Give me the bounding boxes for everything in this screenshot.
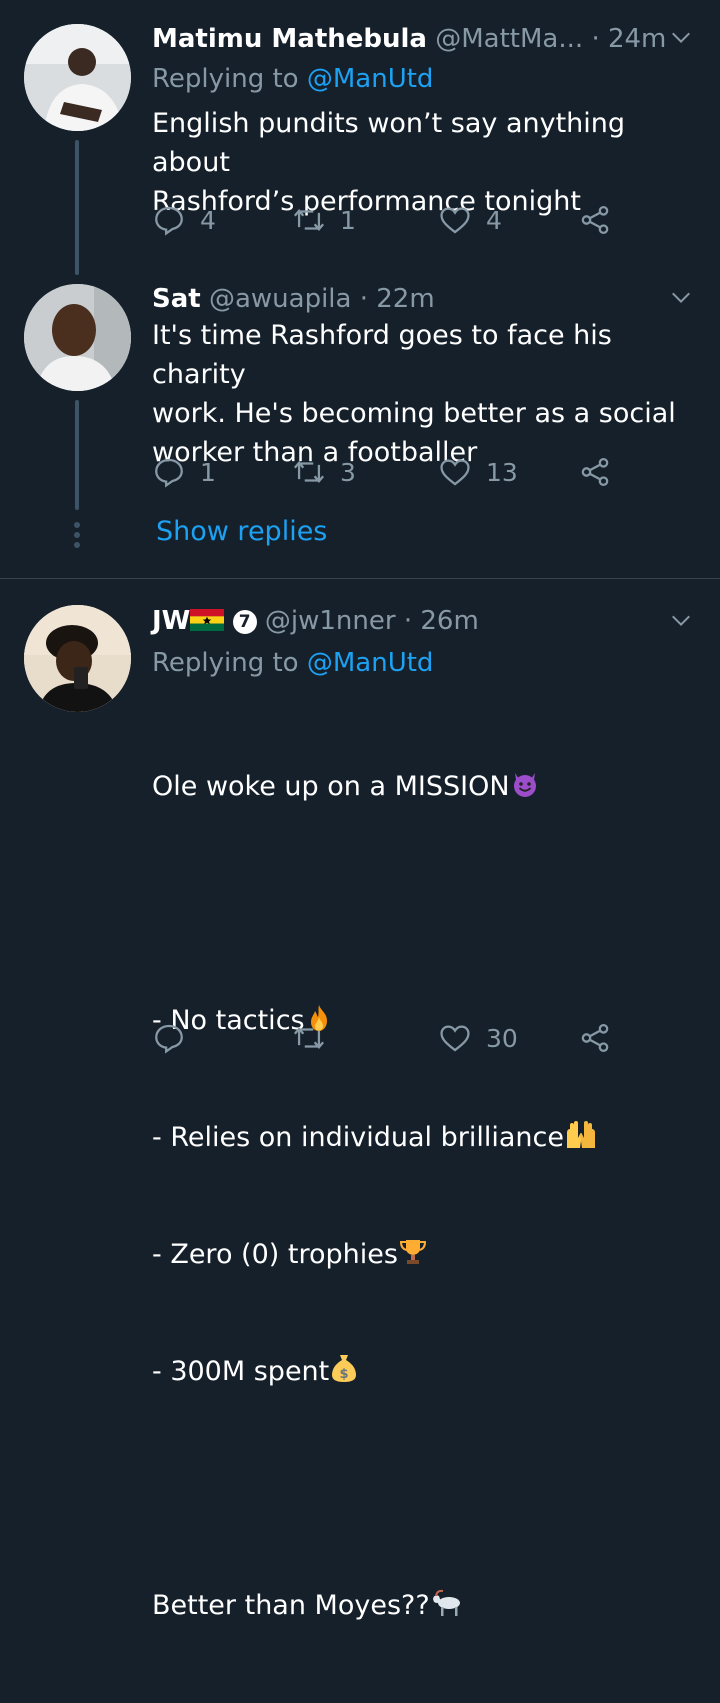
avatar-photo (24, 284, 131, 391)
retweet-icon (293, 209, 325, 231)
action-bar: 1 3 13 (152, 452, 632, 492)
avatar-photo (24, 605, 131, 712)
retweet-count: 3 (340, 457, 356, 487)
tweet-line: - Relies on individual brilliance (152, 1118, 700, 1157)
show-replies-link[interactable]: Show replies (156, 516, 327, 547)
like-count: 30 (486, 1023, 518, 1053)
display-name[interactable]: JW (152, 606, 190, 636)
reply-count: 1 (200, 457, 216, 487)
tweet-header: JW 7 @jw1nner · 26m (152, 604, 696, 638)
retweet-button[interactable]: 3 (292, 452, 356, 492)
separator-dot: · (359, 284, 368, 314)
heart-icon (440, 207, 470, 234)
tweet-line: Better than Moyes?? (152, 1586, 700, 1625)
display-name[interactable]: Sat (152, 284, 201, 314)
share-button[interactable] (578, 1018, 612, 1058)
user-handle[interactable]: @awuapila (209, 284, 352, 314)
share-button[interactable] (578, 200, 612, 240)
user-handle[interactable]: @MattMa... (435, 24, 583, 54)
replying-to: Replying to @ManUtd (152, 646, 433, 680)
like-button[interactable]: 30 (438, 1018, 518, 1058)
reply-icon (155, 458, 183, 488)
reply-button[interactable] (152, 1018, 200, 1058)
user-handle[interactable]: @jw1nner (265, 606, 396, 636)
reply-button[interactable]: 1 (152, 452, 216, 492)
thread-line (75, 400, 79, 510)
tweet-2[interactable]: Sat @awuapila · 22m It's time Rashford g… (0, 270, 720, 578)
reply-button[interactable]: 4 (152, 200, 216, 240)
share-icon (581, 1023, 609, 1053)
reply-icon (155, 206, 183, 236)
timestamp[interactable]: 24m (608, 24, 666, 54)
retweet-button[interactable]: 1 (292, 200, 356, 240)
avatar-photo (24, 24, 131, 131)
retweet-icon (293, 1027, 325, 1049)
avatar[interactable] (24, 284, 131, 391)
avatar[interactable] (24, 24, 131, 131)
thread-continuation-dots (74, 522, 80, 552)
number-badge-icon: 7 (232, 610, 257, 634)
trophy-icon (399, 1240, 426, 1264)
raised-hands-icon (566, 1121, 595, 1148)
action-bar: 30 (152, 1018, 632, 1058)
avatar[interactable] (24, 605, 131, 712)
replying-to-prefix: Replying to (152, 64, 299, 94)
tweet-line: - 300M spent $ (152, 1352, 700, 1391)
like-button[interactable]: 13 (438, 452, 518, 492)
chevron-down-icon[interactable] (670, 26, 692, 48)
retweet-count: 1 (340, 205, 356, 235)
tweet-3[interactable]: JW 7 @jw1nner · 26m Replying to @ManUtd … (0, 579, 720, 1621)
tweet-1[interactable]: Matimu Mathebula @MattMa... · 24m Replyi… (0, 0, 720, 275)
separator-dot: · (403, 606, 413, 636)
separator-dot: · (591, 24, 600, 54)
goat-icon (432, 1589, 460, 1616)
chevron-down-icon[interactable] (670, 286, 692, 308)
chevron-down-icon[interactable] (670, 609, 692, 631)
like-count: 13 (486, 457, 518, 487)
like-button[interactable]: 4 (438, 200, 502, 240)
replying-to-prefix: Replying to (152, 648, 299, 678)
smiling-devil-icon (513, 773, 536, 797)
timestamp[interactable]: 26m (420, 606, 478, 636)
reply-icon (155, 1024, 183, 1054)
svg-text:$: $ (340, 1367, 349, 1382)
retweet-button[interactable] (292, 1018, 340, 1058)
thread-line (75, 140, 79, 275)
tweet-text: It's time Rashford goes to face his char… (152, 320, 676, 468)
replying-to: Replying to @ManUtd (152, 62, 433, 96)
share-button[interactable] (578, 452, 612, 492)
replying-to-link[interactable]: @ManUtd (307, 648, 434, 678)
tweet-header: Sat @awuapila · 22m (152, 282, 696, 316)
money-bag-icon: $ (332, 1355, 357, 1382)
heart-icon (440, 1025, 470, 1052)
tweet-line: - Zero (0) trophies (152, 1235, 700, 1274)
timestamp[interactable]: 22m (376, 284, 434, 314)
like-count: 4 (486, 205, 502, 235)
ghana-flag-icon (190, 609, 225, 631)
heart-icon (440, 459, 470, 486)
share-icon (581, 457, 609, 487)
tweet-header: Matimu Mathebula @MattMa... · 24m (152, 22, 696, 56)
reply-count: 4 (200, 205, 216, 235)
display-name[interactable]: Matimu Mathebula (152, 24, 427, 54)
tweet-text: Ole woke up on a MISSION - No tactics - … (152, 689, 700, 1703)
retweet-icon (293, 461, 325, 483)
tweet-line: Ole woke up on a MISSION (152, 767, 700, 806)
share-icon (581, 205, 609, 235)
replying-to-link[interactable]: @ManUtd (307, 64, 434, 94)
action-bar: 4 1 4 (152, 200, 632, 240)
